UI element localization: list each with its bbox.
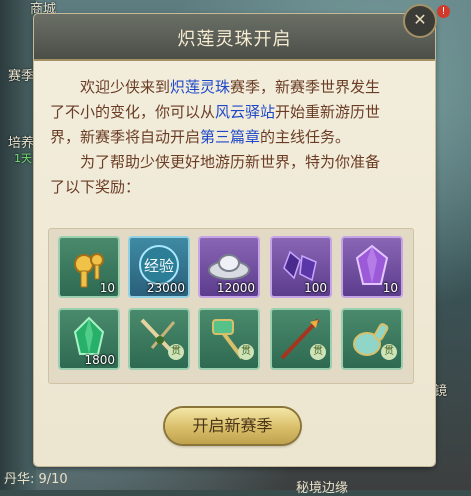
reward-slot[interactable]: 贯 (341, 308, 403, 370)
season-label[interactable]: 赛季 (8, 65, 34, 84)
reward-slot[interactable]: 贯 (128, 308, 190, 370)
reward-slot[interactable]: 12000 (198, 236, 260, 298)
reward-count: 10 (99, 281, 115, 295)
equipment-tag: 贯 (168, 344, 184, 360)
equipment-tag: 贯 (310, 344, 326, 360)
footer-location: 秘境边缘 (296, 481, 349, 496)
jade-hammer-icon (212, 319, 244, 360)
intro-paragraph: 欢迎少侠来到炽莲灵珠赛季，新赛季世界发生了不小的变化，你可以从风云驿站开始重新游… (50, 75, 386, 150)
reward-count: 12000 (216, 281, 255, 295)
scissors-weapon-icon (140, 318, 176, 356)
reward-slot[interactable]: 1800 (58, 308, 120, 370)
reward-count: 100 (304, 281, 327, 295)
close-icon: ✕ (413, 10, 427, 29)
start-season-button[interactable]: 开启新赛季 (165, 408, 300, 444)
notification-badge: ! (437, 5, 450, 18)
station-name: 风云驿站 (215, 103, 276, 121)
reward-count: 10 (382, 281, 398, 295)
intro-text-4: 的主线任务。 (260, 128, 351, 146)
reward-intro-paragraph: 为了帮助少侠更好地游历新世界，特为你准备了以下奖励： (50, 153, 381, 196)
footer-status: 丹华: 9/10 (4, 472, 68, 487)
cultivate-label[interactable]: 培养 (8, 132, 34, 151)
dialog-title: 炽莲灵珠开启 (177, 29, 292, 50)
reward-slot[interactable]: 10 (58, 236, 120, 298)
close-button[interactable]: ✕ (403, 4, 437, 38)
exp-label: 经验 (144, 257, 174, 275)
reward-slot[interactable]: 100 (270, 236, 332, 298)
dialog-body: 欢迎少侠来到炽莲灵珠赛季，新赛季世界发生了不小的变化，你可以从风云驿站开始重新游… (50, 75, 386, 200)
dialog-header: 炽莲灵珠开启 (34, 14, 435, 61)
fire-spear-icon (280, 318, 320, 360)
reward-count: 23000 (146, 281, 185, 295)
reward-slot[interactable]: 经验 23000 (128, 236, 190, 298)
equipment-tag: 贯 (381, 344, 397, 360)
season-name-link: 炽莲灵珠 (170, 78, 231, 96)
reward-slot[interactable]: 10 (341, 236, 403, 298)
reward-slot[interactable]: 贯 (270, 308, 332, 370)
reward-slot[interactable]: 贯 (198, 308, 260, 370)
intro-text-1: 欢迎少侠来到 (80, 78, 171, 96)
cultivate-sub-label: 1天 (14, 152, 32, 165)
equipment-tag: 贯 (238, 344, 254, 360)
reward-count: 1800 (84, 353, 115, 367)
right-edge-label: 镜 (434, 384, 448, 399)
jade-gourd-icon (353, 323, 389, 356)
chapter-name: 第三篇章 (200, 128, 261, 146)
